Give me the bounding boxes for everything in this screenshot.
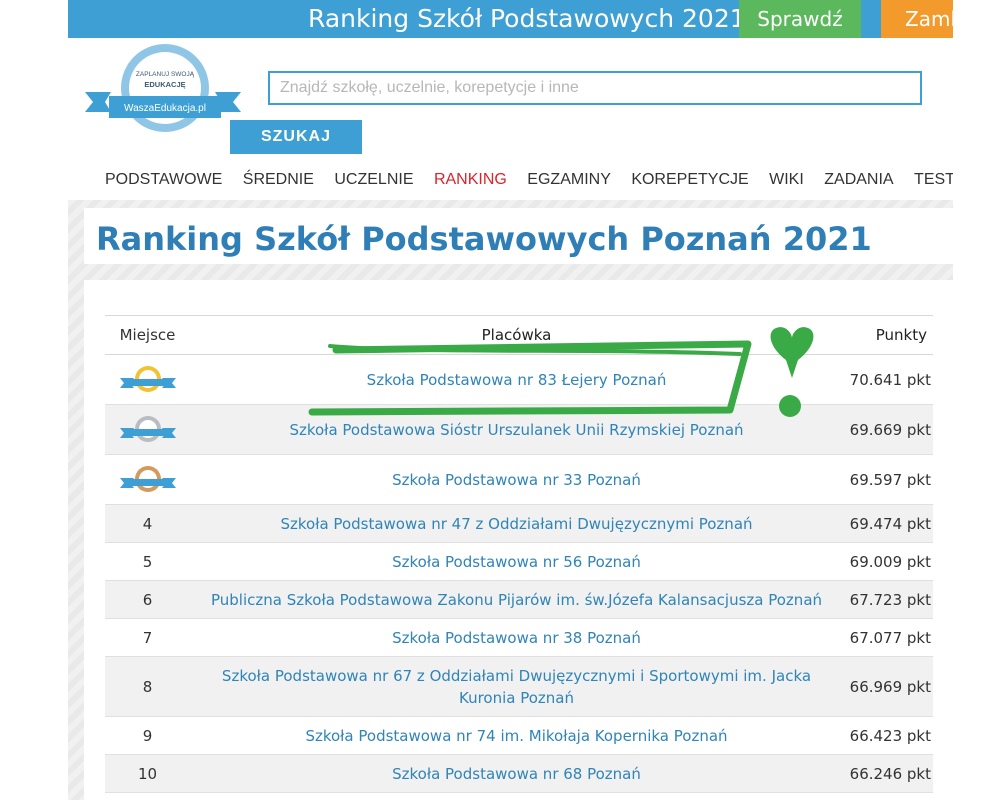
nav-item-wiki[interactable]: WIKI (769, 171, 804, 189)
nav-item-podstawowe[interactable]: PODSTAWOWE (105, 171, 222, 189)
table-row: 10 Szkoła Podstawowa nr 68 Poznań 66.246… (105, 754, 933, 793)
ranking-table: Miejsce Placówka Punkty Szkoła Podstawow… (105, 315, 933, 793)
site-logo[interactable]: ZAPLANUJ SWOJĄ EDUKACJĘ WaszaEdukacja.pl (83, 40, 243, 140)
table-row: Szkoła Podstawowa Sióstr Urszulanek Unii… (105, 404, 933, 455)
rank-cell: 7 (105, 618, 190, 657)
table-row: Szkoła Podstawowa nr 83 Łejery Poznań 70… (105, 354, 933, 405)
table-row: Szkoła Podstawowa nr 33 Poznań 69.597 pk… (105, 454, 933, 505)
header-place: Miejsce (105, 315, 190, 355)
table-row: 7 Szkoła Podstawowa nr 38 Poznań 67.077 … (105, 618, 933, 657)
bronze-medal-icon (119, 465, 176, 492)
points-cell: 69.009 pkt (843, 542, 933, 581)
logo-tagline-2: EDUKACJĘ (144, 80, 185, 89)
rank-cell (105, 354, 190, 405)
silver-medal-icon (119, 415, 176, 442)
school-link[interactable]: Szkoła Podstawowa nr 56 Poznań (190, 542, 843, 581)
rank-cell: 6 (105, 580, 190, 619)
main-nav: PODSTAWOWE ŚREDNIE UCZELNIE RANKING EGZA… (105, 171, 953, 193)
school-link[interactable]: Szkoła Podstawowa nr 38 Poznań (190, 618, 843, 657)
school-link[interactable]: Szkoła Podstawowa nr 74 im. Mikołaja Kop… (190, 716, 843, 755)
points-cell: 69.474 pkt (843, 504, 933, 543)
search-field[interactable] (268, 71, 922, 105)
logo-tagline: ZAPLANUJ SWOJĄ (136, 71, 195, 78)
points-cell: 66.246 pkt (843, 754, 933, 793)
table-row: 8 Szkoła Podstawowa nr 67 z Oddziałami D… (105, 656, 933, 717)
nav-item-ranking[interactable]: RANKING (434, 171, 507, 189)
table-row: 5 Szkoła Podstawowa nr 56 Poznań 69.009 … (105, 542, 933, 581)
rank-cell (105, 454, 190, 505)
points-cell: 69.597 pkt (843, 454, 933, 505)
nav-item-uczelnie[interactable]: UCZELNIE (334, 171, 413, 189)
school-link[interactable]: Szkoła Podstawowa nr 68 Poznań (190, 754, 843, 793)
logo-ribbon-text: WaszaEdukacja.pl (124, 103, 206, 114)
points-cell: 69.669 pkt (843, 404, 933, 455)
rank-cell: 4 (105, 504, 190, 543)
page-title: Ranking Szkół Podstawowych Poznań 2021 (96, 220, 872, 258)
header-institution: Placówka (190, 315, 843, 355)
promo-banner: Ranking Szkół Podstawowych 2021 Sprawdź … (68, 0, 953, 38)
table-row: 6 Publiczna Szkoła Podstawowa Zakonu Pij… (105, 580, 933, 619)
nav-item-testy[interactable]: TESTY (914, 171, 953, 189)
table-header-row: Miejsce Placówka Punkty (105, 315, 933, 355)
browser-page: Ranking Szkół Podstawowych 2021 Sprawdź … (68, 0, 953, 800)
points-cell: 67.077 pkt (843, 618, 933, 657)
school-link[interactable]: Szkoła Podstawowa nr 83 Łejery Poznań (190, 354, 843, 405)
table-row: 4 Szkoła Podstawowa nr 47 z Oddziałami D… (105, 504, 933, 543)
school-link[interactable]: Szkoła Podstawowa nr 67 z Oddziałami Dwu… (190, 656, 843, 717)
school-link[interactable]: Szkoła Podstawowa Sióstr Urszulanek Unii… (190, 404, 843, 455)
nav-item-korepetycje[interactable]: KOREPETYCJE (631, 171, 748, 189)
content-area: Ranking Szkół Podstawowych Poznań 2021 M… (68, 200, 953, 800)
nav-item-egzaminy[interactable]: EGZAMINY (527, 171, 611, 189)
title-box: Ranking Szkół Podstawowych Poznań 2021 (84, 208, 953, 264)
school-link[interactable]: Publiczna Szkoła Podstawowa Zakonu Pijar… (190, 580, 843, 619)
points-cell: 66.423 pkt (843, 716, 933, 755)
check-button[interactable]: Sprawdź (739, 0, 861, 38)
nav-item-srednie[interactable]: ŚREDNIE (243, 171, 314, 189)
points-cell: 66.969 pkt (843, 656, 933, 717)
points-cell: 70.641 pkt (843, 354, 933, 405)
table-row: 9 Szkoła Podstawowa nr 74 im. Mikołaja K… (105, 716, 933, 755)
rank-cell: 9 (105, 716, 190, 755)
rank-cell: 10 (105, 754, 190, 793)
gold-medal-icon (119, 365, 176, 392)
school-link[interactable]: Szkoła Podstawowa nr 33 Poznań (190, 454, 843, 505)
nav-item-zadania[interactable]: ZADANIA (824, 171, 893, 189)
rank-cell (105, 404, 190, 455)
header-points: Punkty (843, 315, 933, 355)
search-input[interactable] (270, 73, 920, 103)
search-button[interactable]: SZUKAJ (230, 120, 362, 154)
rank-cell: 5 (105, 542, 190, 581)
logo-ribbon-left (85, 92, 111, 112)
rank-cell: 8 (105, 656, 190, 717)
points-cell: 67.723 pkt (843, 580, 933, 619)
close-button[interactable]: Zamk (881, 0, 953, 38)
banner-title: Ranking Szkół Podstawowych 2021 (308, 4, 746, 33)
school-link[interactable]: Szkoła Podstawowa nr 47 z Oddziałami Dwu… (190, 504, 843, 543)
ranking-panel: Miejsce Placówka Punkty Szkoła Podstawow… (84, 280, 953, 800)
